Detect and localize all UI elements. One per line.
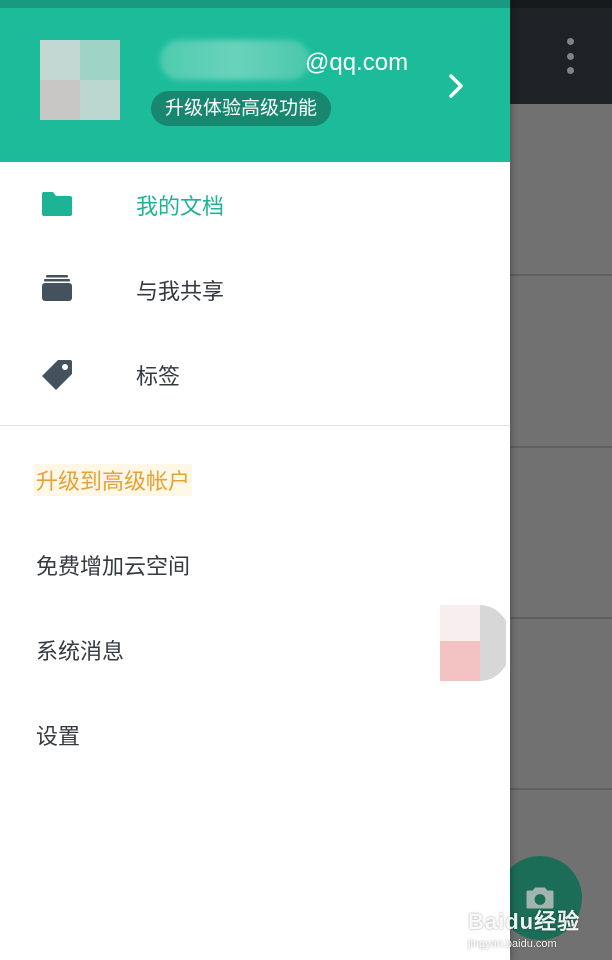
nav-item-shared-with-me[interactable]: 与我共享 — [0, 247, 510, 332]
account-email: @qq.com — [305, 49, 409, 76]
chevron-right-icon[interactable] — [443, 70, 469, 102]
account-header[interactable]: @qq.com 升级体验高级功能 — [0, 0, 510, 162]
header-status-strip — [0, 0, 510, 8]
navigation-drawer: @qq.com 升级体验高级功能 我的文档 与我共享 标签 升级到高级帐户 免费… — [0, 0, 510, 960]
secondary-nav: 升级到高级帐户 免费增加云空间 系统消息 设置 — [0, 436, 510, 776]
list-divider — [510, 274, 612, 276]
floating-edge-handle[interactable] — [440, 605, 506, 681]
nav-item-label: 与我共享 — [136, 279, 225, 305]
upgrade-premium-label: 升级到高级帐户 — [34, 464, 193, 496]
primary-nav: 我的文档 与我共享 标签 — [0, 162, 510, 417]
folder-icon — [42, 192, 72, 216]
settings-item[interactable]: 设置 — [0, 691, 510, 776]
free-cloud-space-label: 免费增加云空间 — [36, 555, 191, 580]
more-vert-icon[interactable] — [559, 38, 581, 74]
watermark: Baidu经验 jingyan.baidu.com — [468, 904, 608, 954]
tag-icon — [42, 360, 72, 390]
nav-item-tags[interactable]: 标签 — [0, 332, 510, 417]
nav-item-label: 我的文档 — [136, 194, 225, 220]
menu-divider — [0, 425, 510, 426]
account-name-blurred — [160, 40, 310, 80]
upgrade-premium-item[interactable]: 升级到高级帐户 — [0, 436, 510, 521]
system-messages-item[interactable]: 系统消息 — [0, 606, 510, 691]
list-divider — [510, 446, 612, 448]
list-divider — [510, 617, 612, 619]
upgrade-features-chip[interactable]: 升级体验高级功能 — [151, 91, 332, 126]
shared-stack-icon — [42, 275, 72, 301]
nav-item-label: 标签 — [136, 364, 181, 390]
free-cloud-space-item[interactable]: 免费增加云空间 — [0, 521, 510, 606]
system-messages-label: 系统消息 — [36, 640, 125, 665]
nav-item-my-documents[interactable]: 我的文档 — [0, 162, 510, 247]
list-divider — [510, 788, 612, 790]
settings-label: 设置 — [36, 725, 81, 750]
watermark-logo: Baidu经验 — [468, 909, 581, 934]
avatar[interactable] — [40, 40, 120, 120]
watermark-url: jingyan.baidu.com — [468, 938, 557, 950]
